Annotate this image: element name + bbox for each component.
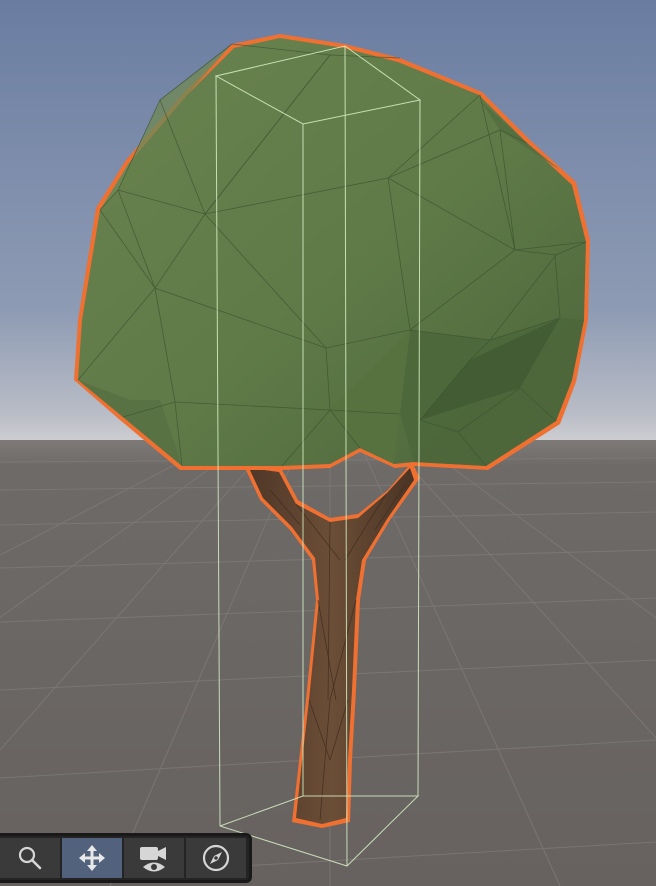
scene-canvas[interactable] bbox=[0, 0, 656, 886]
camera-view-tool-button[interactable] bbox=[124, 838, 184, 878]
magnifier-icon bbox=[18, 846, 42, 870]
orientation-tool-button[interactable] bbox=[186, 838, 246, 878]
move-tool-button[interactable] bbox=[62, 838, 122, 878]
search-tool-button[interactable] bbox=[0, 838, 60, 878]
scene-view[interactable] bbox=[0, 0, 656, 886]
compass-icon bbox=[202, 844, 230, 872]
camera-eye-icon bbox=[140, 847, 166, 872]
move-arrows-icon bbox=[79, 845, 105, 871]
scene-overlay-toolbar bbox=[0, 833, 252, 883]
